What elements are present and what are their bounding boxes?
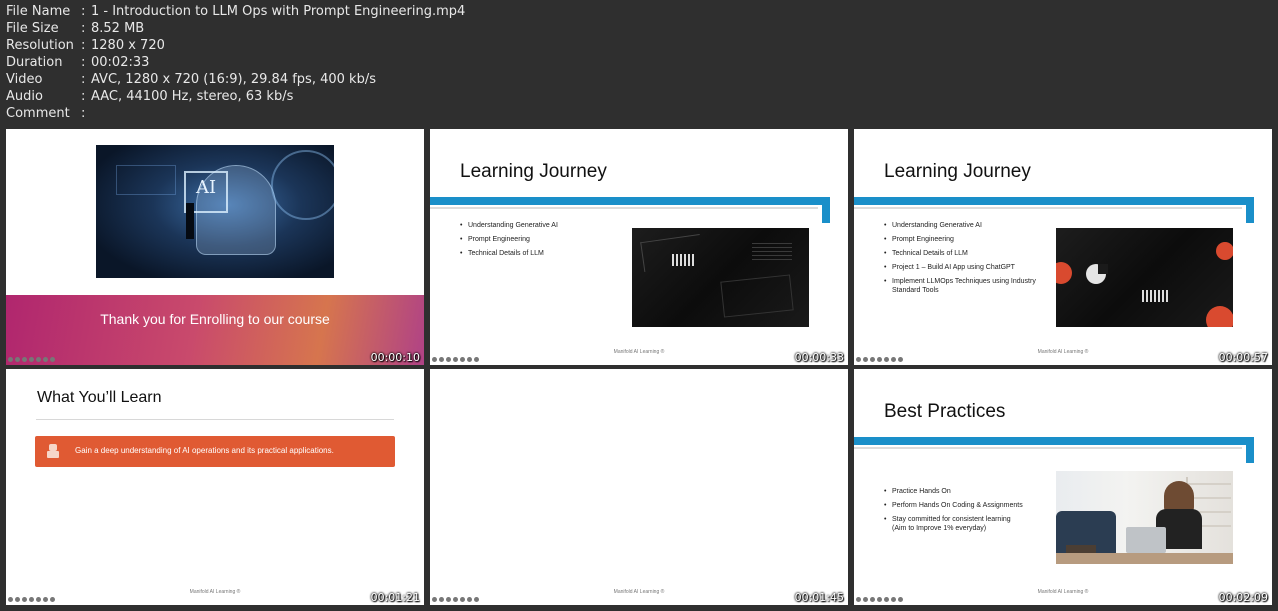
player-controls [856,357,903,362]
divider [854,207,1242,209]
bullet-item: Understanding Generative AI [884,221,1049,230]
info-key: Audio [6,89,43,104]
title-underline [430,197,830,205]
info-row-audio: Audio : AAC, 44100 Hz, stereo, 63 kb/s [6,88,465,105]
slide-title: What You’ll Learn [37,389,162,406]
ai-hero-image: AI [96,145,334,278]
thumbnail-4[interactable]: What You’ll Learn Gain a deep understand… [6,369,424,605]
slide-footer: Manifold AI Learning ® [189,589,241,595]
ai-badge-text: AI [196,177,217,198]
info-key: File Size [6,21,59,36]
info-separator: : [81,89,86,104]
info-row-duration: Duration : 00:02:33 [6,54,465,71]
info-value: 1 - Introduction to LLM Ops with Prompt … [91,4,466,19]
title-divider [36,419,394,420]
bullet-item: Perform Hands On Coding & Assignments [884,501,1024,510]
bullet-item: Stay committed for consistent learning (… [884,515,1024,533]
bullet-item: Technical Details of LLM [884,249,1049,258]
info-value: AAC, 44100 Hz, stereo, 63 kb/s [91,89,294,104]
bullet-item: Understanding Generative AI [460,221,620,230]
file-info-panel: File Name : 1 - Introduction to LLM Ops … [6,3,465,122]
bullet-item: Implement LLMOps Techniques using Indust… [884,277,1049,295]
divider [854,447,1242,449]
info-separator: : [81,106,86,121]
title-accent [1246,197,1254,223]
thumbnail-3[interactable]: Learning Journey Understanding Generativ… [854,129,1272,365]
info-value: AVC, 1280 x 720 (16:9), 29.84 fps, 400 k… [91,72,376,87]
bullet-item: Prompt Engineering [460,235,620,244]
divider [430,207,818,209]
enroll-banner: Thank you for Enrolling to our course [6,295,424,365]
player-controls [8,597,55,602]
card-text: Gain a deep understanding of AI operatio… [75,446,334,455]
info-separator: : [81,4,86,19]
timestamp: 00:02:09 [1218,591,1268,604]
slide-footer: Manifold AI Learning ® [613,349,665,355]
bullet-item: Prompt Engineering [884,235,1049,244]
study-photo [1056,471,1233,564]
info-key: File Name [6,4,71,19]
info-row-video: Video : AVC, 1280 x 720 (16:9), 29.84 fp… [6,71,465,88]
slide-footer: Manifold AI Learning ® [1037,589,1089,595]
learn-card: Gain a deep understanding of AI operatio… [35,436,395,467]
info-key: Resolution [6,38,74,53]
info-separator: : [81,38,86,53]
thumbnail-grid: AI Thank you for Enrolling to our course… [6,129,1272,605]
info-value: 1280 x 720 [91,38,165,53]
info-row-file-size: File Size : 8.52 MB [6,20,465,37]
player-controls [432,597,479,602]
player-controls [8,357,55,362]
title-accent [822,197,830,223]
timestamp: 00:01:45 [794,591,844,604]
slide-title: Learning Journey [884,161,1031,182]
timestamp: 00:00:33 [794,351,844,364]
bullet-list: Understanding Generative AI Prompt Engin… [884,221,1049,300]
title-underline [854,437,1254,445]
slide-footer: Manifold AI Learning ® [613,589,665,595]
slide-title: Best Practices [884,401,1006,422]
info-value: 8.52 MB [91,21,145,36]
timestamp: 00:01:21 [370,591,420,604]
info-key: Comment [6,106,70,121]
slide-footer: Manifold AI Learning ® [1037,349,1089,355]
analytics-image [1056,228,1233,327]
info-separator: : [81,21,86,36]
robot-icon [47,444,59,458]
analytics-image [632,228,809,327]
info-separator: : [81,72,86,87]
info-key: Duration [6,55,63,70]
thumbnail-5[interactable]: Manifold AI Learning ® 00:01:45 [430,369,848,605]
thumbnail-1[interactable]: AI Thank you for Enrolling to our course… [6,129,424,365]
timestamp: 00:00:10 [370,351,420,364]
timestamp: 00:00:57 [1218,351,1268,364]
thumbnail-2[interactable]: Learning Journey Understanding Generativ… [430,129,848,365]
title-accent [1246,437,1254,463]
bullet-item: Technical Details of LLM [460,249,620,258]
info-value: 00:02:33 [91,55,150,70]
banner-text: Thank you for Enrolling to our course [100,311,330,327]
info-row-comment: Comment : [6,105,465,122]
bullet-item: Practice Hands On [884,487,1024,496]
player-controls [432,357,479,362]
bullet-list: Practice Hands On Perform Hands On Codin… [884,487,1024,538]
thumbnail-6[interactable]: Best Practices Practice Hands On Perform… [854,369,1272,605]
info-separator: : [81,55,86,70]
info-key: Video [6,72,43,87]
title-underline [854,197,1254,205]
info-row-resolution: Resolution : 1280 x 720 [6,37,465,54]
bullet-item: Project 1 – Build AI App using ChatGPT [884,263,1049,272]
info-row-file-name: File Name : 1 - Introduction to LLM Ops … [6,3,465,20]
bullet-list: Understanding Generative AI Prompt Engin… [460,221,620,263]
slide-title: Learning Journey [460,161,607,182]
player-controls [856,597,903,602]
